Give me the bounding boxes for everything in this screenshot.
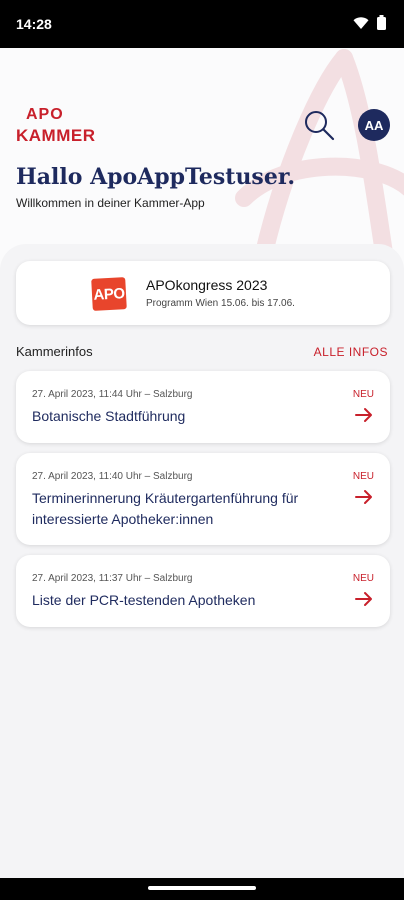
status-icons xyxy=(353,15,386,30)
status-time: 14:28 xyxy=(16,16,52,32)
news-title: Liste der PCR-testenden Apotheken xyxy=(32,592,256,608)
apo-kammer-logo: APO KAMMER xyxy=(16,106,96,146)
wifi-icon xyxy=(353,16,369,29)
news-card[interactable]: 27. April 2023, 11:37 Uhr – Salzburg Lis… xyxy=(16,555,390,627)
news-title: Terminerinnerung Kräutergartenführung fü… xyxy=(32,490,299,527)
battery-icon xyxy=(377,15,386,30)
news-meta: 27. April 2023, 11:40 Uhr – Salzburg xyxy=(32,471,193,482)
arrow-right-icon xyxy=(355,408,372,422)
greeting-subtitle: Willkommen in deiner Kammer-App xyxy=(16,196,205,210)
news-meta: 27. April 2023, 11:37 Uhr – Salzburg xyxy=(32,573,193,584)
avatar[interactable]: AA xyxy=(358,109,390,141)
greeting-title: Hallo ApoAppTestuser. xyxy=(16,164,296,190)
status-bar: 14:28 xyxy=(0,0,404,48)
arrow-right-icon xyxy=(355,490,372,504)
new-badge: NEU xyxy=(352,573,374,584)
new-badge: NEU xyxy=(352,471,374,482)
event-subtitle: Programm Wien 15.06. bis 17.06. xyxy=(146,298,295,309)
new-badge: NEU xyxy=(352,389,374,400)
logo-apo-text: APO xyxy=(26,106,64,123)
search-button[interactable] xyxy=(302,108,336,142)
news-card[interactable]: 27. April 2023, 11:44 Uhr – Salzburg Bot… xyxy=(16,371,390,443)
event-title: APOkongress 2023 xyxy=(146,277,268,293)
news-meta: 27. April 2023, 11:44 Uhr – Salzburg xyxy=(32,389,193,400)
news-title: Botanische Stadtführung xyxy=(32,408,186,424)
section-title-kammerinfos: Kammerinfos xyxy=(16,344,93,359)
news-card[interactable]: 27. April 2023, 11:40 Uhr – Salzburg Ter… xyxy=(16,453,390,545)
event-card[interactable]: APO APOkongress 2023 Programm Wien 15.06… xyxy=(16,261,390,325)
arrow-right-icon xyxy=(355,592,372,606)
logo-kammer-text: KAMMER xyxy=(16,126,96,145)
home-indicator[interactable] xyxy=(148,886,256,890)
apokongress-logo: APO xyxy=(91,277,127,311)
alle-infos-link[interactable]: ALLE INFOS xyxy=(314,345,388,359)
search-icon xyxy=(305,111,335,141)
